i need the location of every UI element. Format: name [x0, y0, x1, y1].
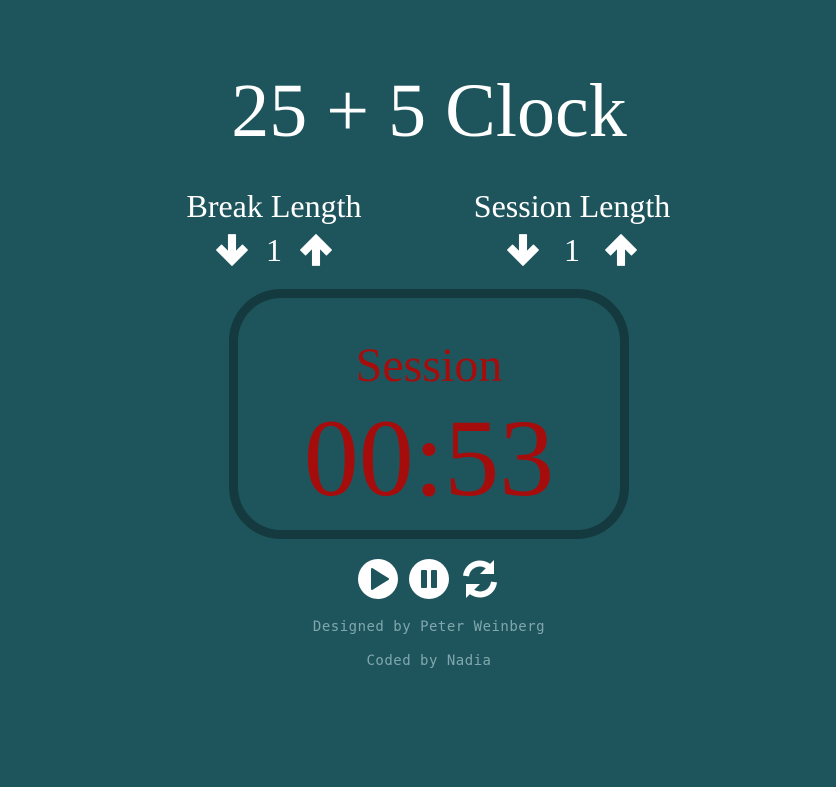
pause-button[interactable]	[407, 558, 451, 600]
coder-credit: Coded by Nadia	[366, 653, 492, 669]
playback-controls	[356, 556, 504, 602]
designer-credit: Designed by Peter Weinberg	[312, 619, 546, 635]
arrow-down-icon	[507, 234, 539, 266]
pause-icon	[409, 559, 449, 599]
session-length-control: Session Length 1	[452, 186, 692, 272]
start-button[interactable]	[356, 558, 400, 600]
play-icon	[358, 559, 398, 599]
time-left: 00:53	[303, 397, 555, 519]
arrow-down-icon	[216, 234, 248, 266]
break-length-control: Break Length 1	[164, 186, 384, 272]
session-increment-button[interactable]	[602, 230, 640, 270]
timer-display: Session 00:53	[229, 289, 629, 539]
reset-button[interactable]	[458, 557, 502, 601]
timer-label: Session	[355, 339, 503, 392]
arrow-up-icon	[605, 234, 637, 266]
session-length-value: 1	[564, 232, 580, 268]
break-length-controls: 1	[164, 228, 384, 272]
break-length-value: 1	[266, 232, 282, 268]
session-decrement-button[interactable]	[504, 230, 542, 270]
session-length-controls: 1	[452, 228, 692, 272]
break-increment-button[interactable]	[297, 230, 335, 270]
session-length-label: Session Length	[473, 188, 671, 224]
arrow-up-icon	[300, 234, 332, 266]
break-decrement-button[interactable]	[213, 230, 251, 270]
break-length-label: Break Length	[186, 188, 362, 224]
refresh-icon	[463, 560, 497, 598]
page-title: 25 + 5 Clock	[231, 69, 627, 153]
